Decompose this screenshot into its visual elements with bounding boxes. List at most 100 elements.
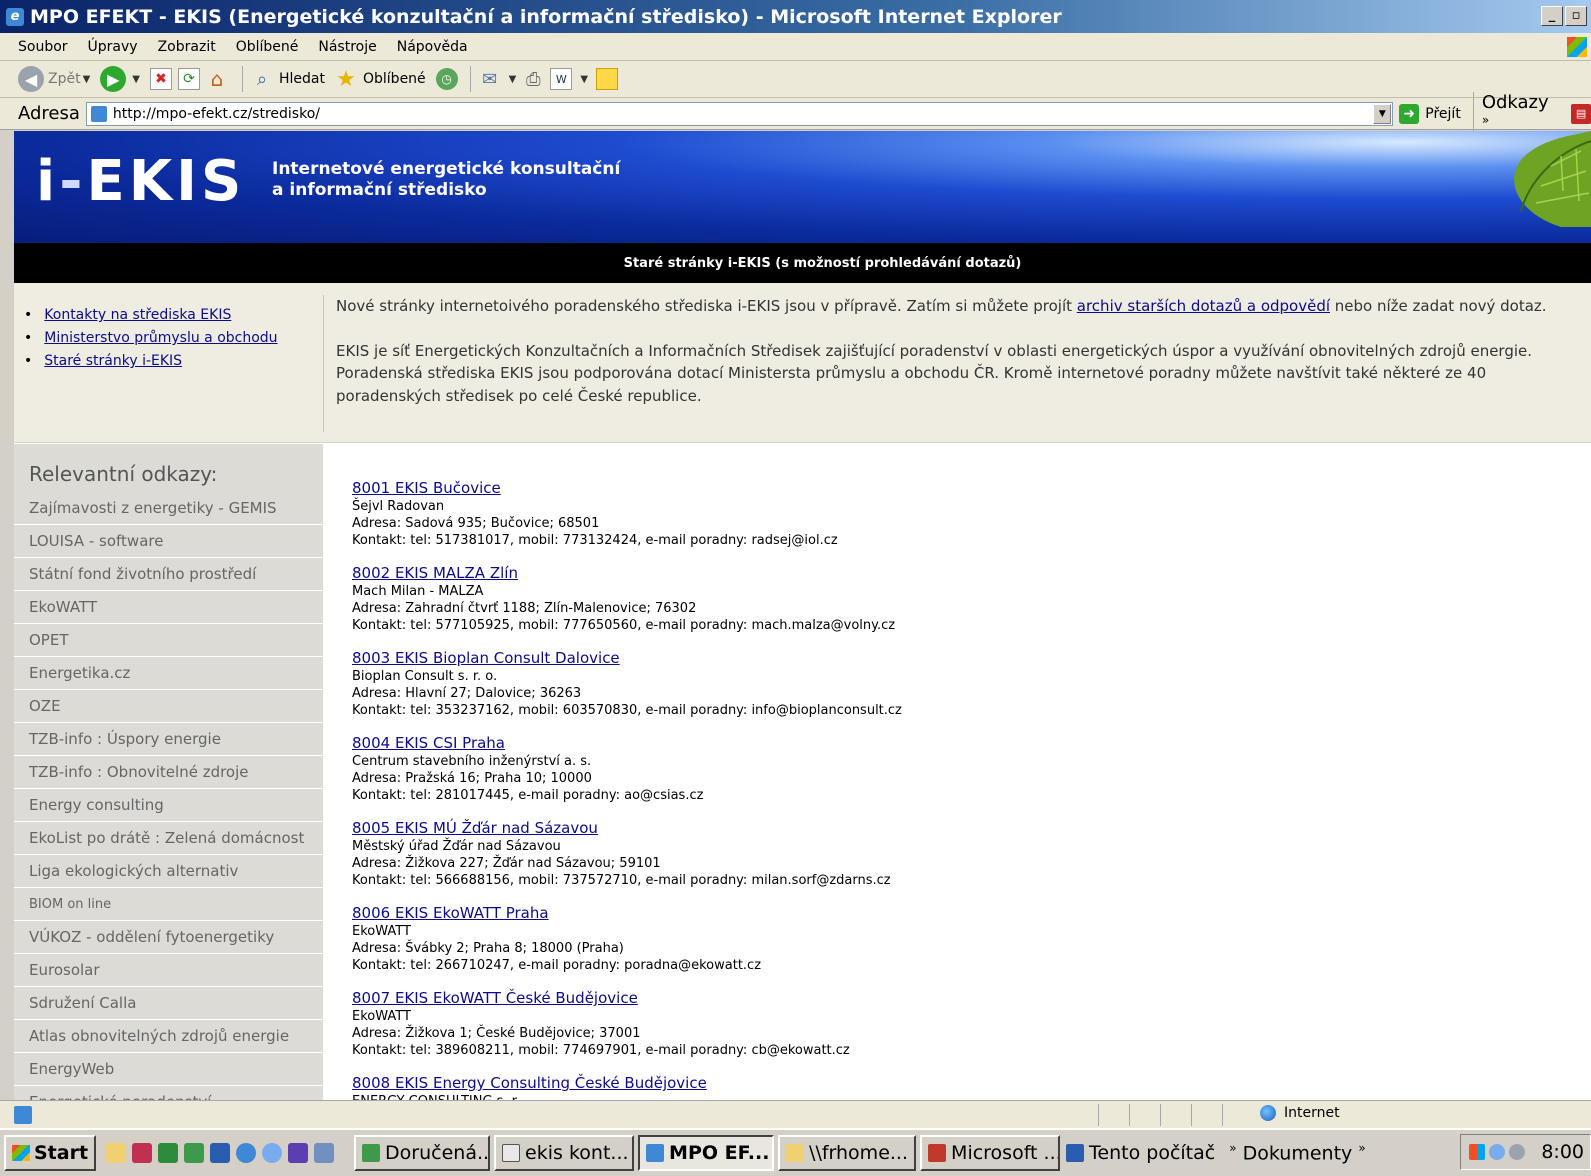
sidebar-link[interactable]: VÚKOZ - oddělení fytoenergetiky — [14, 921, 323, 954]
center-address: Adresa: Hlavní 27; Dalovice; 36263 — [352, 686, 582, 701]
word-edit-icon[interactable]: W — [550, 68, 573, 90]
documents-toolbar[interactable]: » Dokumenty » — [1229, 1141, 1365, 1164]
stop-icon[interactable]: ✖ — [150, 68, 172, 90]
minimize-icon[interactable]: _ — [1541, 6, 1563, 26]
chevron-down-icon[interactable]: ▼ — [83, 74, 91, 85]
center-contact: Kontakt: tel: 266710247, e-mail poradny:… — [352, 958, 762, 973]
task-my-computer[interactable]: Tento počítač — [1064, 1135, 1217, 1171]
task-ekis-contacts[interactable]: ekis kont... — [494, 1135, 635, 1171]
task-mpo-efekt[interactable]: MPO EF... — [638, 1135, 775, 1171]
center-title-link[interactable]: 8007 EKIS EkoWATT České Budějovice — [352, 989, 1552, 1008]
folder-icon[interactable] — [106, 1143, 127, 1163]
sidebar-link[interactable]: Liga ekologických alternativ — [14, 855, 323, 888]
link-ministry[interactable]: Ministerstvo průmyslu a obchodu — [44, 330, 277, 346]
center-organization: EkoWATT — [352, 924, 411, 939]
link-old-site[interactable]: Staré stránky i-EKIS — [44, 353, 182, 369]
sidebar-link[interactable]: TZB-info : Úspory energie — [14, 723, 323, 756]
menu-help[interactable]: Nápověda — [397, 39, 468, 55]
center-title-link[interactable]: 8005 EKIS MÚ Žďár nad Sázavou — [352, 819, 1552, 838]
acrobat-icon[interactable] — [132, 1143, 153, 1163]
back-button[interactable]: ◀ Zpět ▼ — [18, 66, 90, 92]
refresh-icon[interactable]: ⟳ — [178, 68, 200, 90]
sidebar-link[interactable]: EkoList po drátě : Zelená domácnost — [14, 822, 323, 855]
centers-list: 8001 EKIS Bučovice Šejvl Radovan Adresa: S… — [352, 479, 1552, 1100]
desktop-icon[interactable] — [314, 1143, 335, 1163]
center-title-link[interactable]: 8006 EKIS EkoWATT Praha — [352, 904, 1552, 923]
link-ekis-contacts[interactable]: Kontakty na střediska EKIS — [44, 307, 231, 323]
center-contact: Kontakt: tel: 566688156, mobil: 73757271… — [352, 873, 891, 888]
center-title-link[interactable]: 8002 EKIS MALZA Zlín — [352, 564, 1552, 583]
sidebar-link[interactable]: OPET — [14, 624, 323, 657]
messenger-tray-icon[interactable] — [1489, 1144, 1506, 1160]
sidebar-link[interactable]: EnergyWeb — [14, 1053, 323, 1086]
task-inbox[interactable]: Doručená... — [354, 1135, 491, 1171]
mail-icon[interactable]: ✉ — [479, 68, 501, 90]
sidebar-link[interactable]: OZE — [14, 690, 323, 723]
search-button[interactable]: ⌕ Hledat — [251, 68, 325, 90]
sidebar-link[interactable]: Energetika.cz — [14, 657, 323, 690]
home-icon[interactable]: ⌂ — [206, 67, 228, 91]
security-zone[interactable]: Internet — [1260, 1105, 1340, 1121]
old-site-bar[interactable]: Staré stránky i-EKIS (s možností prohled… — [14, 243, 1591, 283]
site-logo[interactable]: i-EKIS — [36, 149, 245, 214]
sidebar-link[interactable]: Eurosolar — [14, 954, 323, 987]
network-icon[interactable] — [1509, 1144, 1526, 1160]
excel-icon[interactable] — [158, 1143, 179, 1163]
project-icon[interactable] — [184, 1143, 205, 1163]
page-viewport[interactable]: i-EKIS Internetové energetické konsultač… — [14, 131, 1591, 1100]
task-microsoft[interactable]: Microsoft ... — [920, 1135, 1061, 1171]
chevron-down-icon[interactable]: ▼ — [132, 74, 140, 85]
notes-icon[interactable] — [596, 68, 619, 90]
address-url[interactable]: http://mpo-efekt.cz/stredisko/ — [113, 106, 320, 122]
forward-button[interactable]: ▶ ▼ — [100, 66, 140, 92]
archive-link[interactable]: archiv starších dotazů a odpovědí — [1077, 297, 1330, 315]
sidebar-link[interactable]: EkoWATT — [14, 591, 323, 624]
center-title-link[interactable]: 8003 EKIS Bioplan Consult Dalovice — [352, 649, 1552, 668]
sidebar-link[interactable]: Energetické poradenství — [14, 1086, 323, 1100]
sidebar-link[interactable]: LOUISA - software — [14, 525, 323, 558]
center-organization: Šejvl Radovan — [352, 499, 445, 514]
go-button[interactable]: ➜ Přejít — [1399, 103, 1461, 124]
sidebar-link[interactable]: Atlas obnovitelných zdrojů energie — [14, 1020, 323, 1053]
tray-app-icon[interactable] — [1469, 1144, 1486, 1160]
mail-icon — [502, 1144, 521, 1162]
chevron-down-icon[interactable]: ▼ — [1373, 103, 1392, 124]
restore-icon[interactable]: ▫ — [1565, 6, 1587, 26]
folder-icon — [786, 1144, 805, 1162]
sidebar-link[interactable]: Zajímavosti z energetiky - GEMIS — [14, 492, 323, 525]
ie-icon[interactable] — [236, 1143, 257, 1163]
task-frhome[interactable]: \\frhome... — [778, 1135, 917, 1171]
menu-tools[interactable]: Nástroje — [318, 39, 376, 55]
center-title-link[interactable]: 8008 EKIS Energy Consulting České Budějo… — [352, 1074, 1552, 1093]
chevron-down-icon[interactable]: ▼ — [580, 74, 588, 85]
print-icon[interactable]: ⎙ — [522, 68, 544, 90]
center-title-link[interactable]: 8001 EKIS Bučovice — [352, 479, 1552, 498]
menu-edit[interactable]: Úpravy — [88, 39, 138, 55]
word-icon[interactable] — [210, 1143, 231, 1163]
menu-view[interactable]: Zobrazit — [158, 39, 216, 55]
sidebar-link[interactable]: TZB-info : Obnovitelné zdroje — [14, 756, 323, 789]
menu-file[interactable]: Soubor — [18, 39, 68, 55]
address-input[interactable]: http://mpo-efekt.cz/stredisko/ ▼ — [85, 101, 1394, 126]
window-title-bar[interactable]: e MPO EFEKT - EKIS (Energetické konzulta… — [0, 0, 1591, 33]
list-item: Staré stránky i-EKIS — [24, 353, 278, 369]
messenger-icon[interactable] — [262, 1143, 283, 1163]
tagline-line-2: a informační středisko — [272, 180, 487, 200]
sidebar-link[interactable]: BIOM on line — [14, 888, 323, 921]
chevron-down-icon[interactable]: ▼ — [509, 74, 517, 85]
history-icon[interactable]: ◷ — [435, 68, 458, 90]
save-icon[interactable] — [288, 1143, 309, 1163]
center-title-link[interactable]: 8004 EKIS CSI Praha — [352, 734, 1552, 753]
favorites-button[interactable]: ★ Oblíbené — [335, 67, 426, 92]
sidebar-link[interactable]: Energy consulting — [14, 789, 323, 822]
sidebar-link[interactable]: Sdružení Calla — [14, 987, 323, 1020]
pdf-icon[interactable]: ▤ — [1571, 103, 1591, 124]
system-tray: 8:00 — [1460, 1134, 1591, 1170]
clock[interactable]: 8:00 — [1541, 1141, 1584, 1163]
sidebar-link[interactable]: Státní fond životního prostředí — [14, 558, 323, 591]
intro-paragraph-2: EKIS je síť Energetických Konzultačních … — [336, 341, 1533, 405]
links-button[interactable]: Odkazy » — [1472, 91, 1561, 136]
documents-label: Dokumenty — [1242, 1142, 1353, 1165]
start-button[interactable]: Start — [4, 1135, 97, 1171]
menu-favorites[interactable]: Oblíbené — [236, 39, 299, 55]
